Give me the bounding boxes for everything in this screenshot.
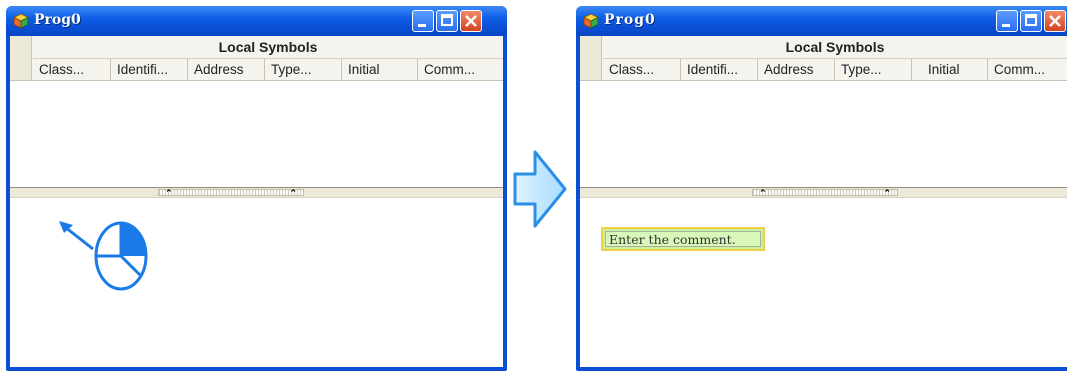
- program-cube-icon: [13, 13, 29, 29]
- close-icon: [465, 15, 477, 27]
- column-header-address[interactable]: Address: [188, 59, 265, 80]
- maximize-icon: [1025, 14, 1037, 26]
- arrow-icon: [59, 221, 94, 251]
- prog0-window-before: Prog0 Local Symbols Class... Identifi...…: [6, 6, 507, 371]
- title-bar[interactable]: Prog0: [6, 6, 507, 36]
- window-client-area: Local Symbols Class... Identifi... Addre…: [580, 36, 1067, 367]
- column-header-comment[interactable]: Comm...: [988, 59, 1067, 80]
- comment-area[interactable]: Enter the comment.: [580, 198, 1067, 367]
- comment-input[interactable]: Enter the comment.: [605, 231, 761, 247]
- minimize-button[interactable]: [996, 10, 1018, 32]
- close-button[interactable]: [1044, 10, 1066, 32]
- column-header-comment[interactable]: Comm...: [418, 59, 503, 80]
- local-symbols-header: Local Symbols Class... Identifi... Addre…: [10, 36, 503, 81]
- window-title: Prog0: [604, 12, 656, 28]
- column-headers: Class... Identifi... Address Type... Ini…: [33, 59, 503, 80]
- local-symbols-header: Local Symbols Class... Identifi... Addre…: [580, 36, 1067, 81]
- window-client-area: Local Symbols Class... Identifi... Addre…: [10, 36, 503, 367]
- local-symbols-title: Local Symbols: [603, 36, 1067, 59]
- title-bar[interactable]: Prog0: [576, 6, 1067, 36]
- column-header-identifier[interactable]: Identifi...: [111, 59, 188, 80]
- column-header-type[interactable]: Type...: [265, 59, 342, 80]
- local-symbols-list[interactable]: [10, 81, 503, 187]
- splitter-grip[interactable]: ⌃ ⌃: [158, 188, 304, 198]
- close-icon: [1049, 15, 1061, 27]
- window-title: Prog0: [34, 12, 81, 28]
- prog0-window-after: Prog0 Local Symbols Class... Identifi...…: [576, 6, 1067, 371]
- minimize-icon: [418, 24, 426, 27]
- row-header-gutter: [580, 36, 602, 80]
- maximize-button[interactable]: [1020, 10, 1042, 32]
- maximize-button[interactable]: [436, 10, 458, 32]
- splitter-bar[interactable]: ⌃ ⌃: [10, 187, 503, 198]
- column-header-initial[interactable]: Initial: [342, 59, 418, 80]
- local-symbols-list[interactable]: [580, 81, 1067, 187]
- right-arrow-icon: [513, 150, 567, 228]
- column-headers: Class... Identifi... Address Type... Ini…: [603, 59, 1067, 80]
- column-header-initial[interactable]: Initial: [912, 59, 988, 80]
- local-symbols-title: Local Symbols: [33, 36, 503, 59]
- column-header-class[interactable]: Class...: [33, 59, 111, 80]
- close-button[interactable]: [460, 10, 482, 32]
- column-header-identifier[interactable]: Identifi...: [681, 59, 758, 80]
- row-header-gutter: [10, 36, 32, 80]
- splitter-bar[interactable]: ⌃ ⌃: [580, 187, 1067, 198]
- minimize-icon: [1002, 24, 1010, 27]
- comment-box[interactable]: Enter the comment.: [601, 227, 765, 251]
- column-header-class[interactable]: Class...: [603, 59, 681, 80]
- mouse-left-click-icon: [94, 221, 148, 291]
- program-cube-icon: [583, 13, 599, 29]
- column-header-type[interactable]: Type...: [835, 59, 912, 80]
- splitter-grip[interactable]: ⌃ ⌃: [752, 188, 898, 198]
- maximize-icon: [441, 14, 453, 26]
- column-header-address[interactable]: Address: [758, 59, 835, 80]
- minimize-button[interactable]: [412, 10, 434, 32]
